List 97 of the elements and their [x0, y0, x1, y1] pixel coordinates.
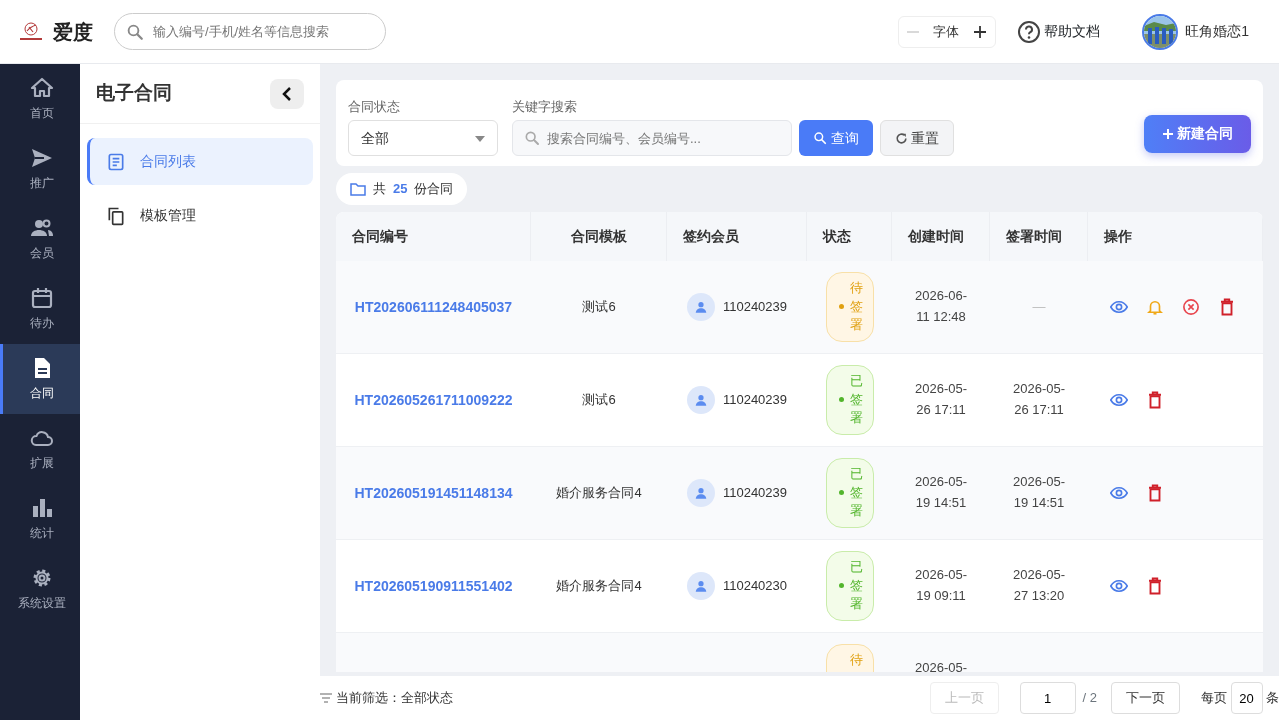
status-badge: 待 [825, 643, 874, 672]
trash-icon [1146, 391, 1164, 409]
refresh-icon [894, 131, 908, 145]
view-button[interactable] [1110, 391, 1128, 409]
contract-link[interactable]: HT202606111248405037 [354, 296, 513, 318]
view-button[interactable] [1110, 577, 1128, 595]
user-name: 旺角婚恋1 [1185, 22, 1249, 41]
table-cell-text: 2026-05-19 14:51 [1011, 473, 1066, 512]
status-badge: 已签署 [825, 364, 874, 436]
table-cell-text: 2026-05-27 13:20 [1011, 566, 1066, 605]
reset-button[interactable]: 重置 [879, 120, 954, 156]
contract-link[interactable]: HT202605191451148134 [354, 482, 513, 504]
nav-item[interactable]: 统计 [0, 484, 80, 554]
keyword-field[interactable]: 搜索合同编号、会员编号... [512, 120, 792, 156]
per-page-label: 每页 [1201, 689, 1227, 708]
eye-icon [1110, 391, 1128, 409]
cancel-button[interactable] [1182, 298, 1200, 316]
brand-name: 爱度 [53, 19, 93, 45]
nav-item[interactable]: 会员 [0, 204, 80, 274]
count-text: 份合同 [414, 180, 454, 199]
table-cell-text: 110240239 [722, 484, 788, 503]
page-input[interactable]: 1 [1019, 682, 1076, 714]
delete-button[interactable] [1218, 298, 1236, 316]
count-number: 25 [393, 180, 408, 199]
table-cell-text: 2026-05-26 17:11 [1011, 380, 1066, 419]
cancel-icon [1182, 298, 1200, 316]
help-link[interactable]: 帮助文档 [1016, 19, 1101, 44]
nav-item[interactable]: 待办 [0, 274, 80, 344]
table-cell-text: 2026-05-19 09:11 [913, 566, 968, 605]
filter-icon [320, 693, 332, 703]
chevron-left-icon [281, 86, 293, 101]
user-icon [693, 393, 708, 407]
table-cell-text: 110240239 [722, 391, 788, 410]
filter-status: 当前筛选：全部状态 [335, 689, 453, 708]
nav-item[interactable]: 扩展 [0, 414, 80, 484]
menu-item[interactable]: 模板管理 [87, 192, 313, 239]
field-label: 关键字搜索 [512, 97, 578, 116]
calendar-icon [29, 286, 54, 311]
menu-item[interactable]: 合同列表 [87, 138, 313, 185]
status-dropdown[interactable]: 全部 [348, 120, 498, 156]
query-button[interactable]: 查询 [799, 120, 873, 156]
trash-icon [1146, 484, 1164, 502]
font-label: 字体 [932, 22, 959, 41]
user-icon [693, 300, 708, 314]
status-badge: 已签署 [825, 550, 874, 622]
copy-icon [106, 205, 126, 226]
table-cell-text: 婚介服务合同4 [556, 577, 642, 596]
contract-link[interactable]: HT202605190911551402 [354, 575, 513, 597]
bell-icon [1146, 298, 1164, 316]
table-cell-text: 110240239 [722, 298, 788, 317]
new-contract-button[interactable]: 新建合同 [1143, 114, 1251, 153]
next-page-button[interactable]: 下一页 [1111, 682, 1180, 714]
plus-icon [1161, 127, 1174, 140]
table-cell-text: 测试6 [582, 298, 616, 317]
page-total: / 2 [1082, 689, 1097, 708]
nav-item[interactable]: 推广 [0, 134, 80, 204]
nav-item[interactable]: 合同 [0, 344, 80, 414]
section-title: 电子合同 [96, 82, 172, 105]
per-page-unit: 条 [1266, 689, 1279, 708]
table-cell-text: 2026-05-26 17:11 [913, 380, 968, 419]
status-badge: 待签署 [825, 271, 874, 343]
collapse-button[interactable] [270, 78, 304, 109]
eye-icon [1110, 484, 1128, 502]
table-cell-text: 婚介服务合同4 [556, 484, 642, 503]
trash-icon [1218, 298, 1236, 316]
view-button[interactable] [1110, 484, 1128, 502]
table-cell-text: 测试6 [582, 391, 616, 410]
folder-icon [350, 182, 366, 196]
table-cell-text: 2026-06-11 12:48 [913, 287, 968, 326]
caret-icon [475, 135, 485, 142]
per-page-input[interactable]: 20 [1230, 682, 1263, 714]
delete-button[interactable] [1146, 484, 1164, 502]
table-cell-text: — [1031, 297, 1047, 316]
status-badge: 已签署 [825, 457, 874, 529]
plus-icon [972, 24, 987, 39]
table-cell-text: 2026-05- [913, 659, 968, 672]
trash-icon [1146, 577, 1164, 595]
delete-button[interactable] [1146, 391, 1164, 409]
eye-icon [1110, 298, 1128, 316]
help-icon [1016, 19, 1041, 44]
plus-button[interactable] [972, 24, 987, 39]
nav-item[interactable]: 系统设置 [0, 554, 80, 624]
search-field[interactable]: 输入编号/手机/姓名等信息搜索 [114, 13, 386, 50]
user-icon [693, 579, 708, 593]
eye-icon [1110, 577, 1128, 595]
search-icon [813, 131, 827, 145]
table-cell-text: 2026-05-19 14:51 [913, 473, 968, 512]
view-button[interactable] [1110, 298, 1128, 316]
contract-link[interactable]: HT202605261711009222 [354, 389, 513, 411]
count-text: 共 [373, 180, 386, 199]
minus-icon [906, 30, 919, 33]
field-label: 合同状态 [348, 97, 401, 116]
nav-item[interactable]: 首页 [0, 64, 80, 134]
table-cell-text: 110240230 [722, 577, 788, 596]
list-icon [106, 151, 126, 172]
delete-button[interactable] [1146, 577, 1164, 595]
user-icon [693, 486, 708, 500]
